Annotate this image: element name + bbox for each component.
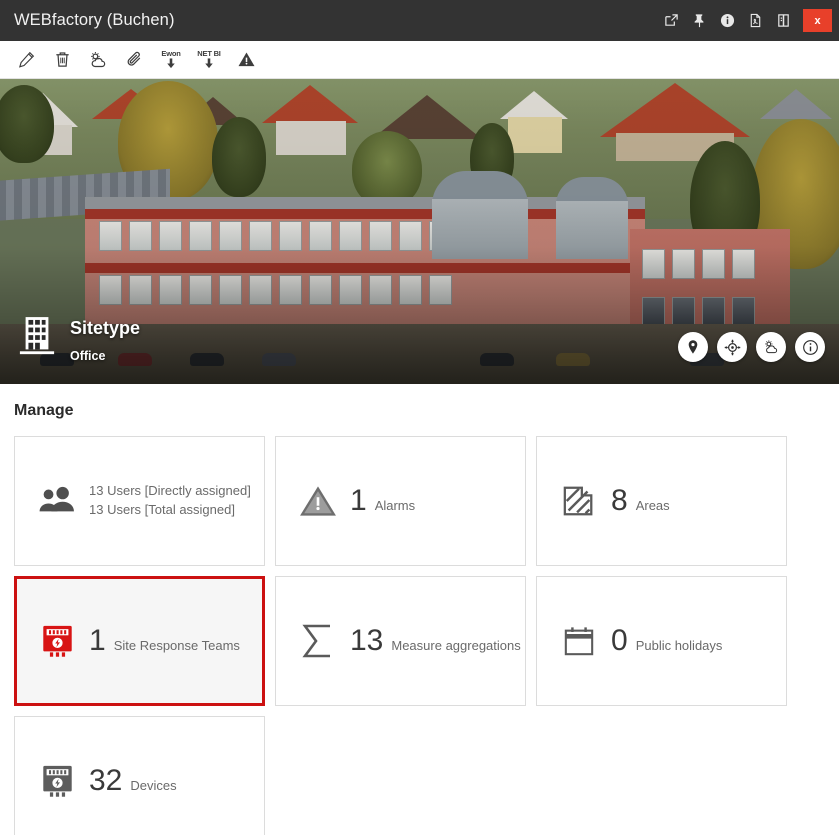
close-button[interactable]: x <box>803 9 832 32</box>
tile-site-response-teams[interactable]: 1 Site Response Teams <box>14 576 265 706</box>
pin-icon[interactable] <box>688 0 710 41</box>
tile-public-holidays-count: 0 <box>611 624 628 657</box>
calendar-icon <box>557 625 601 657</box>
device-grey-icon <box>35 763 79 799</box>
tile-alarms-count: 1 <box>350 484 367 517</box>
main-toolbar: Ewon NET BI <box>0 41 839 79</box>
tile-measure-aggregations-count: 13 <box>350 624 384 657</box>
users-total-assigned: 13 Users [Total assigned] <box>89 502 235 517</box>
areas-icon <box>557 484 601 518</box>
hero-subtitle: Office <box>70 349 106 363</box>
tile-users[interactable]: 13 Users [Directly assigned] 13 Users [T… <box>14 436 265 566</box>
crosshair-target-icon[interactable] <box>717 332 747 362</box>
ewon-label: Ewon <box>161 48 181 58</box>
panel-toggle-icon[interactable] <box>772 0 794 41</box>
tile-devices[interactable]: 32 Devices <box>14 716 265 835</box>
location-pin-icon[interactable] <box>678 332 708 362</box>
window-titlebar: WEBfactory (Buchen) x <box>0 0 839 41</box>
hero-overlay: Sitetype Office <box>0 79 839 384</box>
building-icon <box>18 315 56 366</box>
tile-public-holidays[interactable]: 0 Public holidays <box>536 576 787 706</box>
site-hero-banner: Sitetype Office <box>0 79 839 384</box>
tile-alarms-label: Alarms <box>374 498 416 513</box>
edit-icon[interactable] <box>10 44 42 76</box>
tile-site-response-teams-count: 1 <box>89 624 106 657</box>
tile-users-text: 13 Users [Directly assigned] 13 Users [T… <box>89 482 251 520</box>
tile-measure-aggregations-label: Measure aggregations <box>391 638 521 653</box>
tile-areas[interactable]: 8 Areas <box>536 436 787 566</box>
hero-title: Sitetype <box>70 318 141 338</box>
window-title: WEBfactory (Buchen) <box>14 11 175 29</box>
sigma-icon <box>296 622 340 660</box>
tile-alarms[interactable]: 1 Alarms <box>275 436 526 566</box>
weather-icon[interactable] <box>82 44 114 76</box>
tile-public-holidays-label: Public holidays <box>635 638 723 653</box>
info-icon[interactable] <box>716 0 738 41</box>
manage-section: Manage 13 Users [Directly assigned] 13 U… <box>0 384 839 835</box>
tile-areas-count: 8 <box>611 484 628 517</box>
pdf-icon[interactable] <box>744 0 766 41</box>
page-title: Manage <box>14 402 74 419</box>
netbi-download-icon[interactable]: NET BI <box>192 44 226 76</box>
tile-devices-label: Devices <box>130 778 177 793</box>
titlebar-actions: x <box>657 0 839 41</box>
users-directly-assigned: 13 Users [Directly assigned] <box>89 483 251 499</box>
hero-action-buttons <box>678 332 825 366</box>
tile-areas-label: Areas <box>635 498 670 513</box>
alarm-warning-icon <box>296 484 340 518</box>
manage-tile-grid: 13 Users [Directly assigned] 13 Users [T… <box>14 436 825 835</box>
hero-identity: Sitetype Office <box>18 315 140 366</box>
tile-measure-aggregations[interactable]: 13 Measure aggregations <box>275 576 526 706</box>
netbi-label: NET BI <box>197 48 221 58</box>
device-red-icon <box>35 623 79 659</box>
info-icon[interactable] <box>795 332 825 362</box>
popout-icon[interactable] <box>660 0 682 41</box>
ewon-download-icon[interactable]: Ewon <box>154 44 188 76</box>
delete-icon[interactable] <box>46 44 78 76</box>
alarm-warning-icon[interactable] <box>230 44 262 76</box>
tile-site-response-teams-label: Site Response Teams <box>113 638 240 653</box>
weather-icon[interactable] <box>756 332 786 362</box>
users-icon <box>35 485 79 517</box>
tile-devices-count: 32 <box>89 764 123 797</box>
attachment-icon[interactable] <box>118 44 150 76</box>
